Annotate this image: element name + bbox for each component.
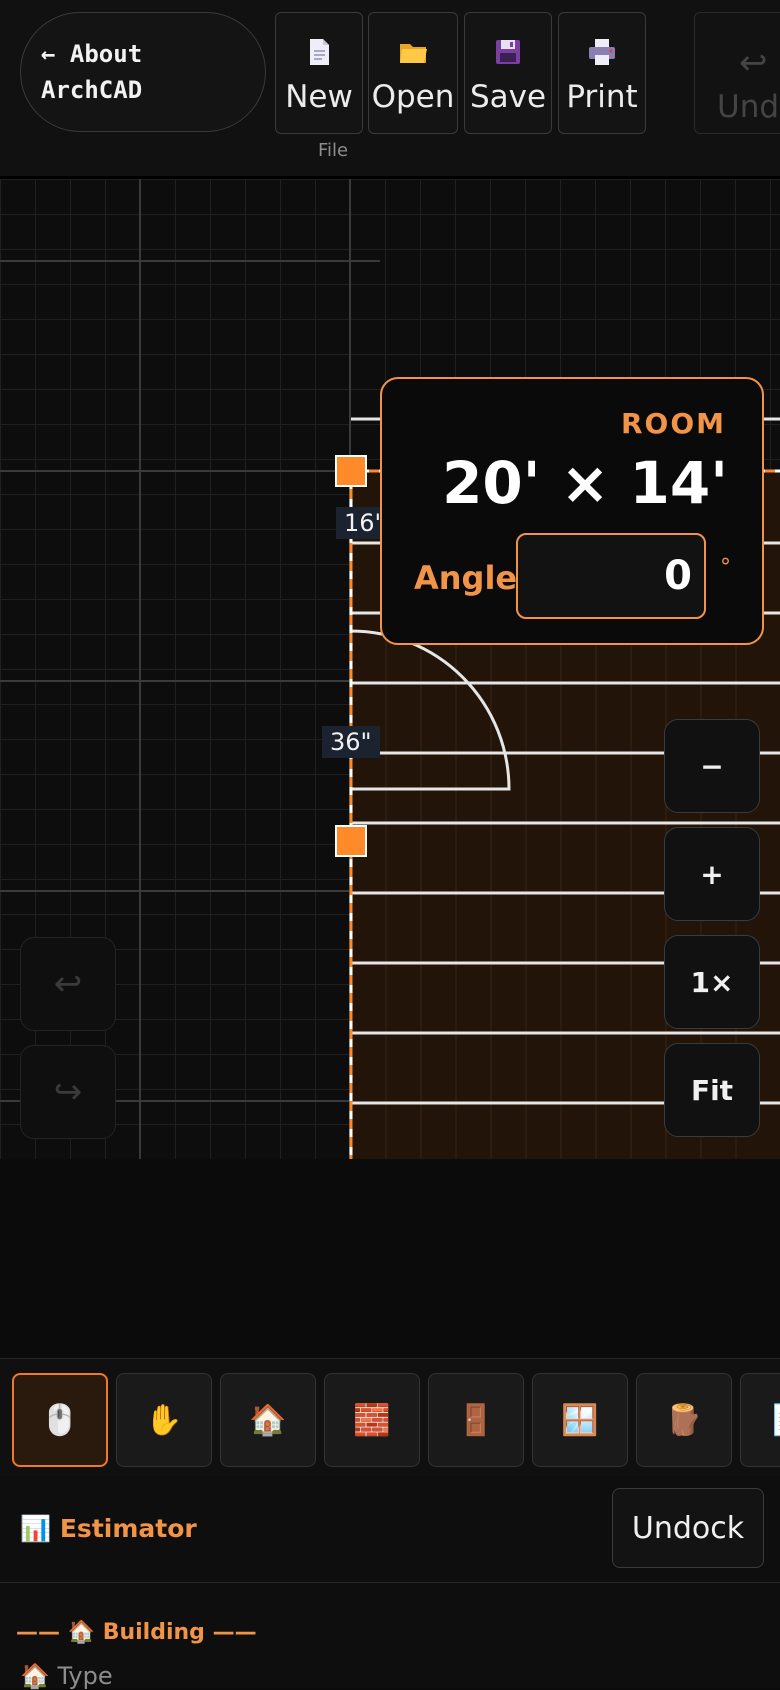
undo-icon: ↩ — [53, 964, 83, 1004]
folder-icon — [400, 44, 427, 63]
room-kicker: ROOM — [620, 407, 726, 440]
tool-pan-button[interactable]: ✋ — [116, 1373, 212, 1467]
tool-window-button[interactable]: 🪟 — [532, 1373, 628, 1467]
open-label: Open — [371, 79, 455, 115]
print-button[interactable]: Print — [558, 12, 646, 134]
app-name: ArchCAD — [41, 76, 143, 104]
zoom-in-button[interactable]: + — [664, 827, 760, 921]
undo-icon: ↩ — [739, 43, 768, 83]
room-info-card: ROOM 20' × 14' Angle ° — [380, 377, 764, 645]
drawing-canvas[interactable]: 16" o.c. 36" ROOM 20' × 14' Angle ° − + … — [0, 179, 780, 1159]
tool-lumber-button[interactable]: 🪵 — [636, 1373, 732, 1467]
tool-door-button[interactable]: 🚪 — [428, 1373, 524, 1467]
tool-select-button[interactable]: 🖱️ — [12, 1373, 108, 1467]
file-group-label: File — [318, 140, 349, 161]
save-label: Save — [469, 79, 547, 115]
selection-handle-bottom[interactable] — [335, 825, 367, 857]
angle-unit: ° — [720, 555, 731, 580]
tool-wall-button[interactable]: 🧱 — [324, 1373, 420, 1467]
about-archcad-button[interactable]: ← About ArchCAD — [20, 12, 266, 132]
estimator-header: 📊 Estimator Undock — [0, 1476, 780, 1583]
house-icon: 🏠 — [249, 1402, 287, 1438]
angle-input[interactable] — [516, 533, 706, 619]
bar-chart-icon: 📊 — [20, 1514, 52, 1543]
document-icon — [310, 39, 329, 65]
zoom-fit-button[interactable]: Fit — [664, 1043, 760, 1137]
door-width-tag: 36" — [322, 726, 380, 758]
undock-button[interactable]: Undock — [612, 1488, 764, 1568]
open-button[interactable]: Open — [368, 12, 458, 134]
wood-icon: 🪵 — [665, 1402, 703, 1438]
redo-icon: ↪ — [53, 1072, 83, 1112]
new-button[interactable]: New — [275, 12, 363, 134]
undo-button[interactable]: ↩ Undo — [694, 12, 780, 134]
printer-icon — [589, 39, 615, 65]
tool-room-button[interactable]: 🏠 — [220, 1373, 316, 1467]
type-row-label: 🏠 Type — [20, 1662, 113, 1690]
hand-icon: ✋ — [145, 1402, 183, 1438]
save-button[interactable]: Save — [464, 12, 552, 134]
top-toolbar: ← About ArchCAD New Open Save Print File — [0, 0, 780, 179]
estimator-title-text: Estimator — [59, 1514, 197, 1543]
door-icon: 🚪 — [457, 1402, 495, 1438]
brick-icon: 🧱 — [353, 1402, 391, 1438]
tool-more-button[interactable]: 📄 — [740, 1373, 780, 1467]
tool-strip: 🖱️ ✋ 🏠 🧱 🚪 🪟 🪵 📄 — [0, 1358, 780, 1478]
canvas-undo-button[interactable]: ↩ — [20, 937, 116, 1031]
about-label: ← About — [41, 40, 143, 68]
floor-plan — [0, 179, 780, 1159]
new-label: New — [285, 79, 353, 115]
estimator-title: 📊 Estimator — [20, 1514, 197, 1544]
building-section-header: —— 🏠 Building —— — [16, 1620, 257, 1645]
zoom-reset-button[interactable]: 1× — [664, 935, 760, 1029]
undo-label: Undo — [717, 89, 780, 125]
selection-handle-top[interactable] — [335, 455, 367, 487]
window-icon: 🪟 — [561, 1402, 599, 1438]
canvas-redo-button[interactable]: ↪ — [20, 1045, 116, 1139]
print-label: Print — [566, 79, 638, 115]
estimator-panel: 📊 Estimator Undock —— 🏠 Building —— 🏠 Ty… — [0, 1476, 780, 1690]
room-dimensions: 20' × 14' — [442, 449, 728, 517]
mouse-icon: 🖱️ — [41, 1402, 79, 1438]
angle-label: Angle — [414, 559, 518, 597]
floppy-disk-icon — [496, 40, 520, 64]
zoom-out-button[interactable]: − — [664, 719, 760, 813]
page-icon: 📄 — [769, 1403, 780, 1438]
